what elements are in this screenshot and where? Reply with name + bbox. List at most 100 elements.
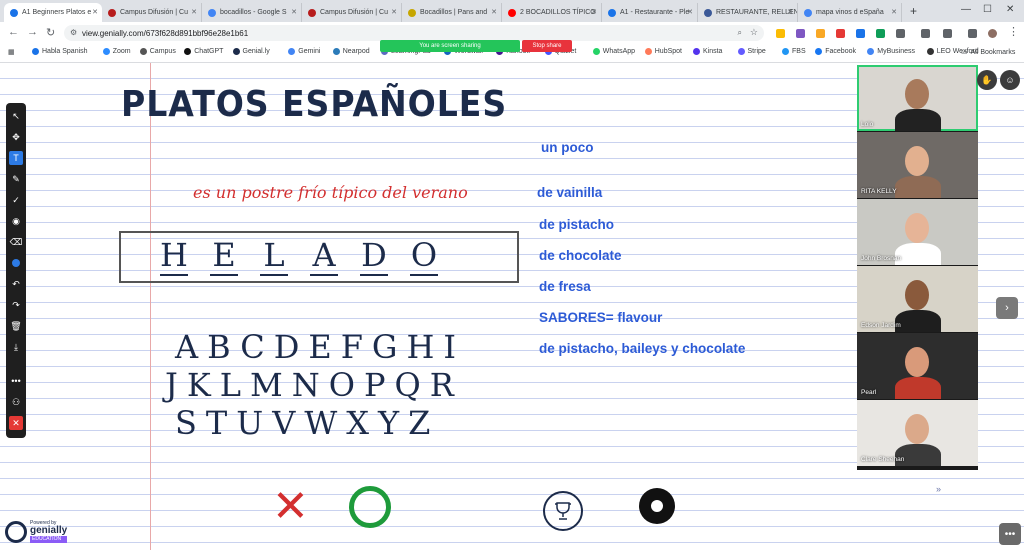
pen-tool-icon[interactable]: ✎ [9, 172, 23, 186]
participant-video-tile[interactable]: John Brosnan [857, 199, 978, 265]
stop-share-button[interactable]: Stop share [522, 40, 572, 52]
bookmark-link[interactable]: ChatGPT [184, 48, 223, 55]
close-tab-icon[interactable]: ✕ [891, 8, 897, 16]
maximize-icon[interactable]: ☐ [983, 4, 992, 15]
side-panel-icon[interactable] [943, 29, 952, 38]
eraser-tool-icon[interactable]: ⌫ [9, 235, 23, 249]
pointer-tool-icon[interactable]: ↖ [9, 109, 23, 123]
chevron-double-right-icon[interactable]: » [936, 484, 941, 494]
bookmark-link[interactable]: Habla Spanish [32, 48, 88, 55]
bookmark-link[interactable]: WhatsApp [592, 48, 635, 55]
close-tab-icon[interactable]: ✕ [491, 8, 497, 16]
extension-icon[interactable] [836, 29, 845, 38]
extension-icon[interactable] [816, 29, 825, 38]
trash-icon[interactable]: 🗑 [9, 319, 23, 333]
participant-body [895, 310, 941, 332]
bookmark-star-icon[interactable]: ☆ [750, 27, 758, 38]
close-tab-icon[interactable]: ✕ [291, 8, 297, 16]
share-tool-icon[interactable]: ⚇ [9, 395, 23, 409]
profile-avatar[interactable] [988, 29, 997, 38]
redo-icon[interactable]: ↷ [9, 298, 23, 312]
browser-tab[interactable]: Campus Difusión | Cu ✕ [102, 3, 202, 22]
answer-letter: E [210, 236, 238, 276]
highlighter-tool-icon[interactable]: ◉ [9, 214, 23, 228]
site-info-icon[interactable]: ⚙ [70, 28, 77, 37]
participant-video-tile[interactable]: Lolo [857, 65, 978, 131]
move-tool-icon[interactable]: ✥ [9, 130, 23, 144]
participant-video-tile[interactable]: RITA KELLY [857, 132, 978, 198]
bookmark-link[interactable]: HubSpot [644, 48, 682, 55]
extension-icon[interactable] [876, 29, 885, 38]
browser-tab[interactable]: mapa vinos d eSpaña ✕ [798, 3, 902, 22]
close-tab-icon[interactable]: ✕ [92, 8, 98, 16]
browser-tab[interactable]: A1 Beginners Platos e ✕ [4, 3, 102, 22]
undo-icon[interactable]: ↶ [9, 277, 23, 291]
circle-icon[interactable] [349, 486, 391, 528]
zoom-icon[interactable]: ⌕ [738, 28, 742, 38]
extension-icon[interactable] [856, 29, 865, 38]
browser-tab[interactable]: bocadillos - Google S ✕ [202, 3, 302, 22]
option-text: de chocolate [539, 248, 622, 263]
next-slide-button[interactable]: › [996, 297, 1018, 319]
participant-body [895, 243, 941, 265]
back-icon[interactable]: ← [8, 26, 19, 38]
minimize-icon[interactable]: — [961, 4, 971, 15]
participant-video-tile[interactable]: Edson Jardim [857, 266, 978, 332]
browser-tab[interactable]: A1 - Restaurante - Ple ✕ [602, 3, 698, 22]
raise-hand-icon[interactable]: ✋ [977, 70, 997, 90]
alphabet-row[interactable]: STUVWXYZ [175, 404, 465, 442]
menu-kebab-icon[interactable]: ⋮ [1008, 25, 1019, 38]
more-options-button[interactable]: ••• [999, 523, 1021, 545]
extensions-puzzle-icon[interactable] [896, 29, 905, 38]
bookmark-link[interactable]: Stripe [737, 48, 766, 55]
bookmark-link[interactable]: Campus [139, 48, 176, 55]
check-tool-icon[interactable]: ✓ [9, 193, 23, 207]
more-options-icon[interactable]: ••• [9, 374, 23, 388]
close-palette-icon[interactable]: ✕ [9, 416, 23, 430]
bookmark-favicon-icon [867, 48, 875, 55]
close-tab-icon[interactable]: ✕ [787, 8, 793, 16]
browser-tab[interactable]: RESTAURANTE, RELLEN ✕ [698, 3, 798, 22]
apps-grid-icon[interactable]: ▦ [8, 48, 15, 56]
browser-tab[interactable]: Campus Difusión | Cu ✕ [302, 3, 402, 22]
bookmark-link[interactable]: Facebook [815, 48, 856, 55]
bookmark-link[interactable]: Nearpod [332, 48, 370, 55]
extension-icon[interactable] [796, 29, 805, 38]
bookmark-link[interactable]: LEO Wexford [926, 48, 979, 55]
new-tab-button[interactable]: + [910, 4, 917, 18]
close-icon[interactable]: ✕ [272, 485, 309, 529]
close-tab-icon[interactable]: ✕ [687, 8, 693, 16]
reload-icon[interactable]: ↻ [46, 26, 55, 39]
participant-video-tile[interactable]: Clare Sheehan [857, 400, 978, 466]
bookmark-favicon-icon [782, 48, 789, 55]
screen-sharing-label: You are screen sharing [419, 43, 481, 49]
delete-icon[interactable] [921, 29, 930, 38]
address-bar[interactable]: ⚙ view.genially.com/673f628d891bbf96e28e… [64, 25, 764, 41]
browser-tab[interactable]: 2 BOCADILLOS TÍPICO ✕ [502, 3, 602, 22]
download-tool-icon[interactable]: ⤓ [9, 340, 23, 354]
participant-video-tile[interactable]: Pearl [857, 333, 978, 399]
reactions-icon[interactable]: ☺ [1000, 70, 1020, 90]
record-icon[interactable] [639, 488, 675, 524]
bookmark-link[interactable]: Gemini [288, 48, 320, 55]
bookmark-link[interactable]: FBS [782, 48, 806, 55]
trophy-icon[interactable] [543, 491, 583, 531]
bookmark-link[interactable]: Zoom [102, 48, 131, 55]
bookmark-link[interactable]: MyBusiness [867, 48, 915, 55]
forward-icon[interactable]: → [27, 26, 38, 38]
close-tab-icon[interactable]: ✕ [591, 8, 597, 16]
bookmark-label: Nearpod [342, 48, 370, 55]
close-tab-icon[interactable]: ✕ [191, 8, 197, 16]
close-tab-icon[interactable]: ✕ [391, 8, 397, 16]
color-picker-icon[interactable] [9, 256, 23, 270]
text-tool-icon[interactable]: T [9, 151, 23, 165]
alphabet-row[interactable]: JKLMNOPQR [165, 366, 465, 404]
bookmark-link[interactable]: Genial.ly [232, 48, 270, 55]
alphabet-row[interactable]: ABCDEFGHI [175, 328, 465, 366]
bookmark-link[interactable]: Kinsta [693, 48, 722, 55]
download-icon[interactable] [968, 29, 977, 38]
browser-tab[interactable]: Bocadillos | Pans and ✕ [402, 3, 502, 22]
close-window-icon[interactable]: ✕ [1006, 4, 1014, 15]
tab-favicon-icon [308, 8, 316, 17]
extension-icon[interactable] [776, 29, 785, 38]
